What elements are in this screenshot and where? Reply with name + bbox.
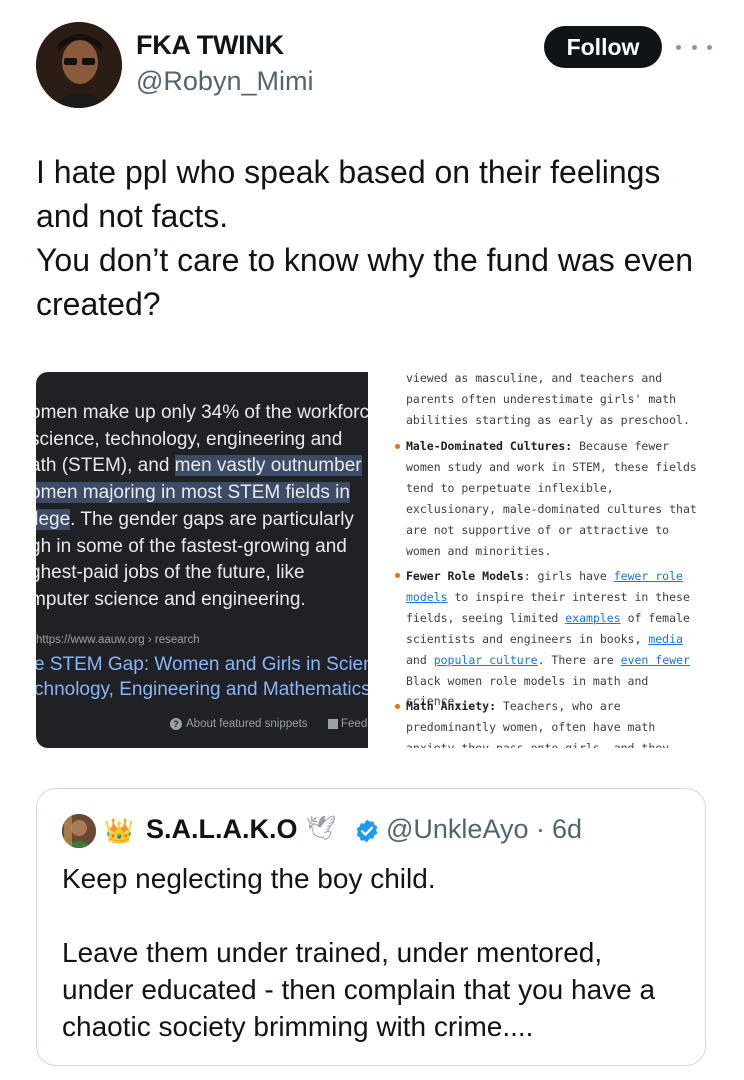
author-handle[interactable]: @Robyn_Mimi — [136, 66, 313, 97]
verified-badge-icon — [354, 818, 380, 844]
article-bullet: Male-Dominated Cultures: Because fewer w… — [406, 439, 697, 558]
quoted-handle[interactable]: @UnkleAyo — [386, 814, 528, 845]
bullet-dot — [395, 444, 400, 449]
quoted-separator: · — [536, 814, 545, 844]
crown-icon: 👑 — [104, 818, 134, 845]
bullet-dot — [395, 704, 400, 709]
feedback-icon — [328, 719, 338, 729]
bullet-dot — [395, 573, 400, 578]
article-intro: viewed as masculine, and teachers and pa… — [406, 371, 690, 427]
snippet-title-link: e STEM Gap: Women and Girls in Science, … — [36, 654, 368, 700]
tweet-line: and not facts. — [36, 198, 229, 234]
more-dots-icon[interactable] — [676, 32, 712, 62]
quoted-author-avatar[interactable] — [62, 814, 96, 848]
tweet-text: I hate ppl who speak based on their feel… — [36, 150, 726, 326]
tweet-line: I hate ppl who speak based on their feel… — [36, 154, 661, 190]
media-image-snippet[interactable]: omen make up only 34% of the workforce i… — [36, 372, 368, 748]
snippet-text: omen make up only 34% of the workforce i… — [36, 400, 368, 614]
tweet-line: created? — [36, 286, 161, 322]
quoted-display-name[interactable]: S.A.L.A.K.O — [146, 814, 298, 845]
snippet-source-url: https://www.aauw.org › research — [36, 634, 200, 646]
tweet-line: You don’t care to know why the fund was … — [36, 242, 694, 278]
author-avatar[interactable] — [36, 22, 122, 108]
feedback: Feedback — [328, 718, 368, 730]
help-icon: ? — [170, 718, 182, 730]
media-image-article[interactable]: viewed as masculine, and teachers and pa… — [370, 362, 710, 748]
quoted-timestamp[interactable]: 6d — [552, 814, 582, 845]
article-bullet: Math Anxiety: Teachers, who are predomin… — [406, 699, 670, 748]
quoted-tweet-text: Keep neglecting the boy child. Leave the… — [62, 863, 656, 1042]
snippet-highlight: men vastly outnumber — [174, 455, 362, 477]
about-snippets: ? About featured snippets — [170, 718, 307, 730]
article-bullet: Fewer Role Models: girls have fewer role… — [406, 569, 690, 709]
dove-icon: 🕊 — [306, 815, 337, 842]
follow-button[interactable]: Follow — [544, 26, 662, 68]
author-display-name[interactable]: FKA TWINK — [136, 30, 284, 61]
